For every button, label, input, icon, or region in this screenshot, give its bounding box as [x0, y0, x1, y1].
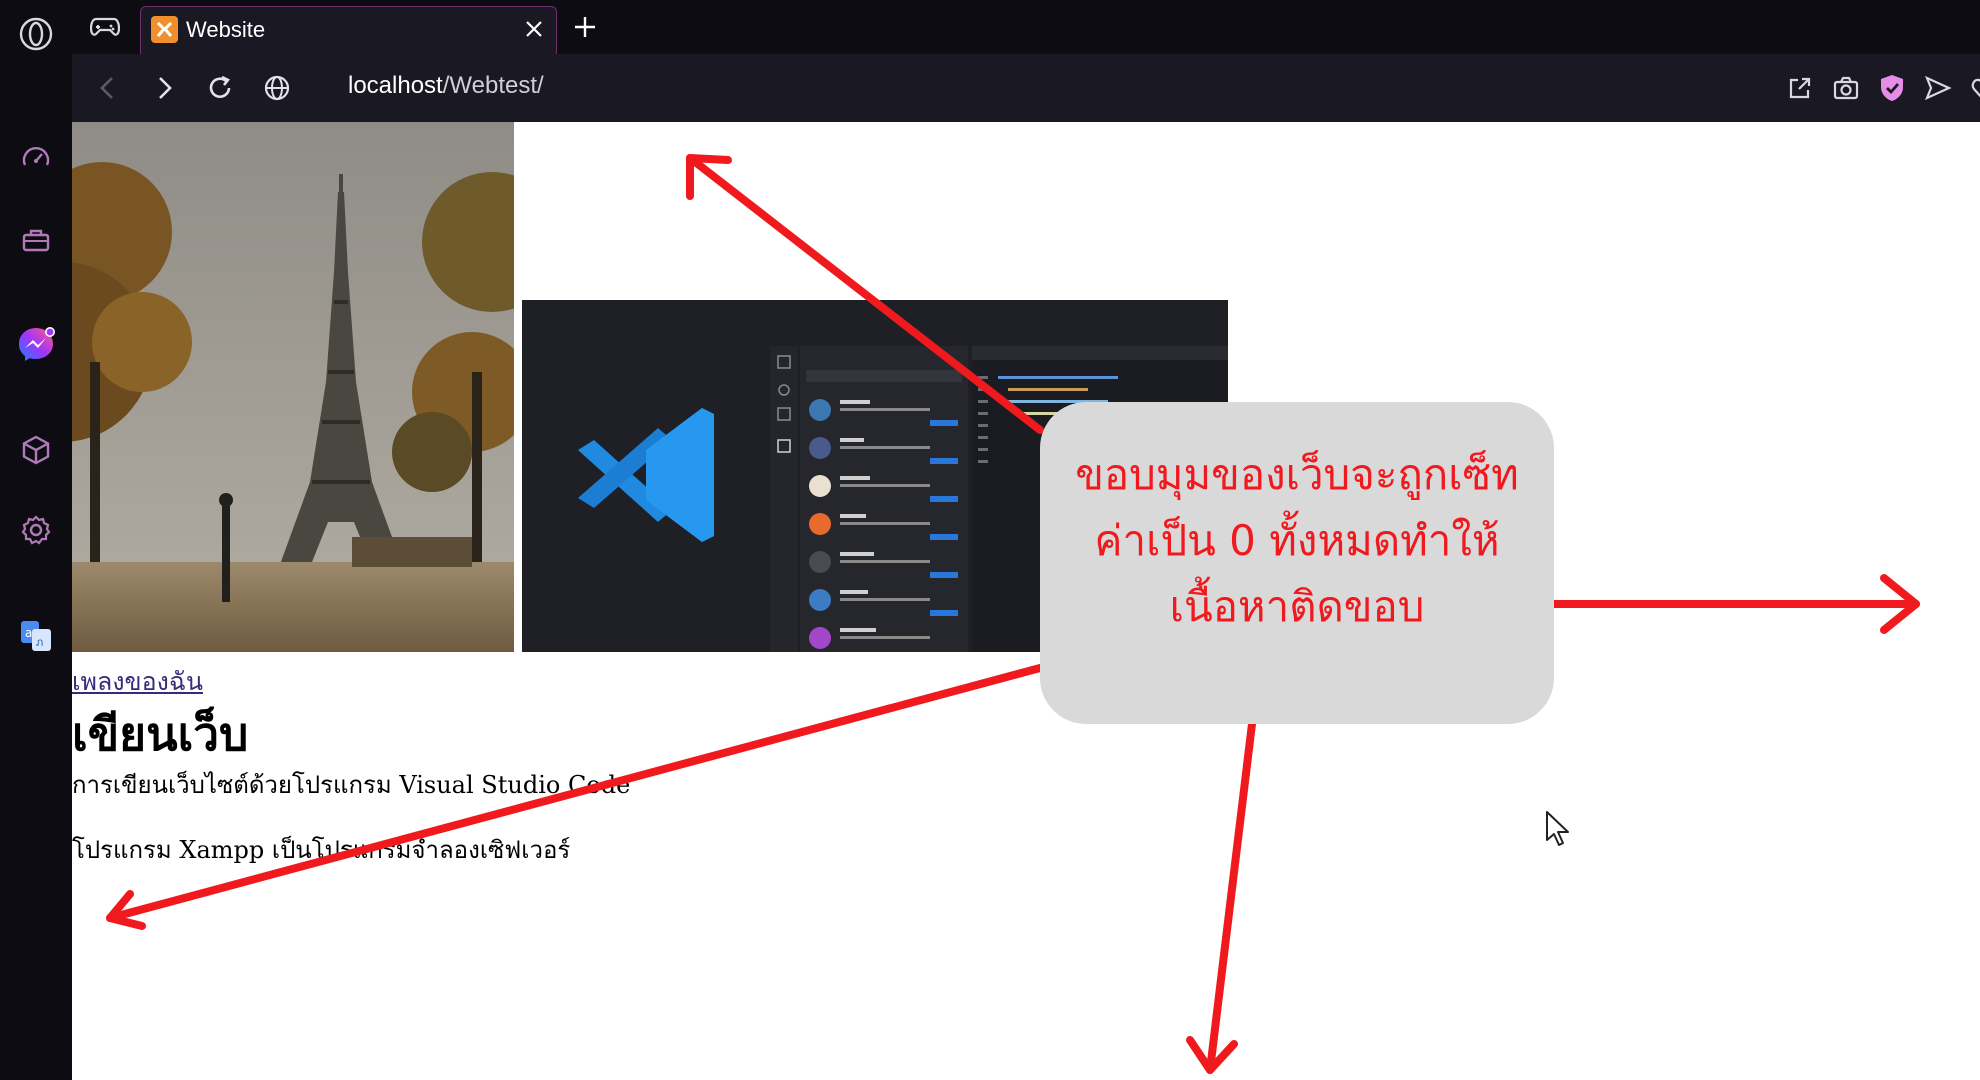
- tab-website[interactable]: Website: [140, 6, 557, 54]
- briefcase-icon[interactable]: [14, 217, 58, 261]
- gamepad-icon[interactable]: [72, 0, 138, 54]
- eiffel-tower-photo: [72, 122, 514, 652]
- music-link[interactable]: เพลงของฉัน: [72, 662, 203, 702]
- vpn-shield-icon[interactable]: [1874, 70, 1910, 106]
- svg-text:ภ: ภ: [36, 636, 43, 649]
- new-tab-plus-icon[interactable]: [568, 10, 602, 44]
- paragraph-xampp: โปรแกรม Xampp เป็นโปรแกรมจำลองเซิฟเวอร์: [72, 836, 571, 864]
- vscode-screenshot: [522, 300, 1228, 652]
- cube-icon[interactable]: [14, 428, 58, 472]
- page-heading: เขียนเว็บ: [72, 707, 249, 761]
- settings-icon[interactable]: [14, 508, 58, 552]
- web-page: เพลงของฉัน เขียนเว็บ การเขียนเว็บไซต์ด้ว…: [72, 122, 1980, 1080]
- forward-arrow-icon[interactable]: [146, 70, 182, 106]
- paragraph-vscode: การเขียนเว็บไซต์ด้วยโปรแกรม Visual Studi…: [72, 771, 631, 799]
- heart-icon[interactable]: [1964, 70, 1980, 106]
- camera-icon[interactable]: [1828, 70, 1864, 106]
- tab-bar: Website: [72, 0, 1980, 54]
- tab-title: Website: [186, 17, 266, 42]
- url-path: /Webtest/: [442, 72, 544, 99]
- svg-text:a: a: [25, 626, 32, 640]
- reload-icon[interactable]: [202, 70, 238, 106]
- address-field[interactable]: localhost/Webtest/: [348, 72, 544, 100]
- globe-icon[interactable]: [259, 70, 295, 106]
- share-icon[interactable]: [1782, 70, 1818, 106]
- address-toolbar: localhost/Webtest/: [72, 54, 1980, 122]
- url-host: localhost: [348, 72, 443, 99]
- close-tab-icon[interactable]: [520, 15, 548, 43]
- browser-window: aภ Website localhost/Webtest/ เพลงของฉัน…: [0, 0, 1980, 1080]
- back-arrow-icon[interactable]: [90, 70, 126, 106]
- messenger-icon[interactable]: [14, 322, 58, 366]
- translate-icon[interactable]: aภ: [14, 614, 58, 658]
- browser-sidebar: aภ: [0, 0, 72, 1080]
- opera-logo-icon[interactable]: [14, 12, 58, 56]
- send-icon[interactable]: [1920, 70, 1956, 106]
- xampp-favicon-icon: [151, 16, 178, 43]
- speed-dial-icon[interactable]: [14, 137, 58, 181]
